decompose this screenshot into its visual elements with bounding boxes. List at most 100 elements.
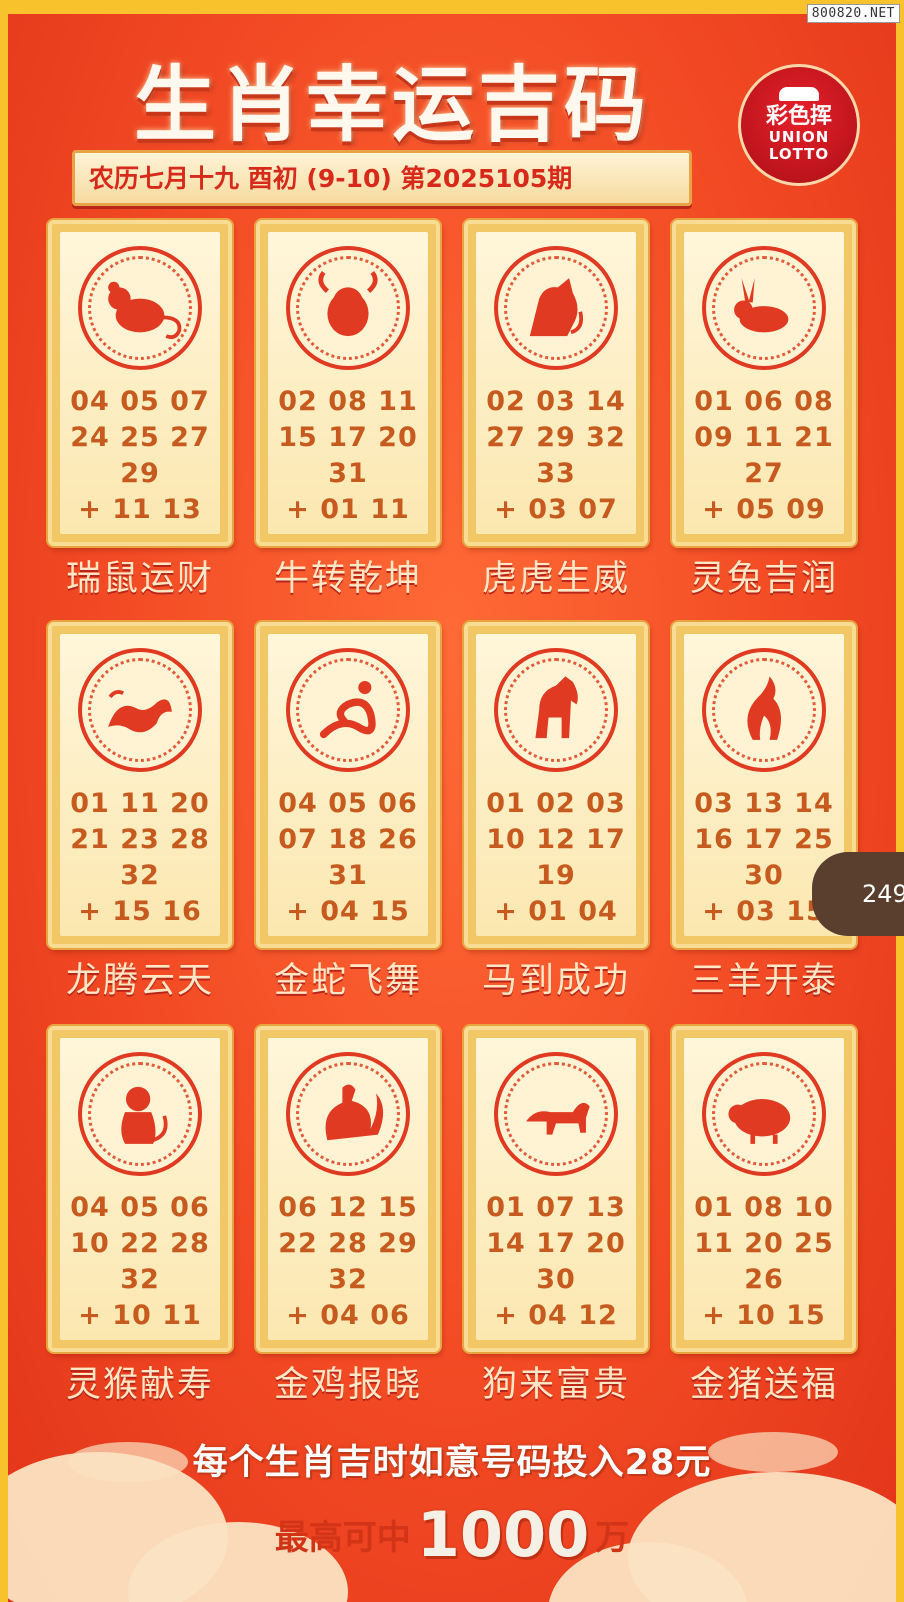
- number-row: 01 08 10: [694, 1192, 834, 1223]
- zodiac-card-inner: 04 05 07 24 25 27 29 + 11 13: [60, 232, 220, 534]
- footer-prize-amount: 1000: [416, 1498, 590, 1571]
- number-row: 03 13 14: [694, 788, 834, 819]
- floating-side-button[interactable]: 249: [812, 852, 904, 936]
- bonus-numbers: + 01 04: [494, 896, 618, 927]
- pig-icon: [702, 1052, 826, 1176]
- number-row: 24 25 27: [70, 422, 210, 453]
- zodiac-motto: 三羊开泰: [689, 961, 838, 1001]
- rooster-icon: [286, 1052, 410, 1176]
- zodiac-numbers: 01 11 20 21 23 28 32 + 15 16: [60, 786, 220, 930]
- number-row: 31: [328, 860, 368, 891]
- footer-prize-prefix: 最高可中: [274, 1518, 411, 1558]
- bonus-numbers: + 04 06: [286, 1300, 410, 1331]
- number-row: 31: [328, 458, 368, 489]
- zodiac-motto: 狗来富贵: [481, 1365, 630, 1405]
- number-row: 32: [120, 860, 160, 891]
- number-row: 04 05 06: [278, 788, 418, 819]
- snake-icon: [286, 648, 410, 772]
- number-row: 27: [744, 458, 784, 489]
- bonus-numbers: + 15 16: [78, 896, 202, 927]
- rabbit-icon: [702, 246, 826, 370]
- goat-icon: [702, 648, 826, 772]
- number-row: 04 05 06: [70, 1192, 210, 1223]
- zodiac-numbers: 02 08 11 15 17 20 31 + 01 11: [268, 384, 428, 528]
- zodiac-card-inner: 01 08 10 11 20 25 26 + 10 15: [684, 1038, 844, 1340]
- zodiac-motto: 牛转乾坤: [273, 559, 422, 599]
- number-row: 02 08 11: [278, 386, 418, 417]
- tiger-icon: [494, 246, 618, 370]
- zodiac-motto: 金猪送福: [689, 1365, 838, 1405]
- lucky-zodiac-poster: 生肖幸运吉码 彩色挥 UNION LOTTO 农历七月十九 酉初 (9-10) …: [8, 14, 896, 1602]
- zodiac-motto: 金鸡报晓: [273, 1365, 422, 1405]
- number-row: 32: [328, 1264, 368, 1295]
- zodiac-numbers: 01 06 08 09 11 21 27 + 05 09: [684, 384, 844, 528]
- number-row: 14 17 20: [486, 1228, 626, 1259]
- zodiac-motto: 瑞鼠运财: [65, 559, 214, 599]
- zodiac-numbers: 04 05 06 10 22 28 32 + 10 11: [60, 1190, 220, 1334]
- zodiac-card-inner: 02 08 11 15 17 20 31 + 01 11: [268, 232, 428, 534]
- number-row: 26: [744, 1264, 784, 1295]
- number-row: 01 11 20: [70, 788, 210, 819]
- bonus-numbers: + 10 15: [702, 1300, 826, 1331]
- bonus-numbers: + 01 11: [286, 494, 410, 525]
- number-row: 06 12 15: [278, 1192, 418, 1223]
- zodiac-card: 02 08 11 15 17 20 31 + 01 11: [256, 220, 440, 546]
- number-row: 16 17 25: [694, 824, 834, 855]
- bonus-numbers: + 03 07: [494, 494, 618, 525]
- zodiac-card: 02 03 14 27 29 32 33 + 03 07: [464, 220, 648, 546]
- number-row: 07 18 26: [278, 824, 418, 855]
- bonus-numbers: + 04 12: [494, 1300, 618, 1331]
- number-row: 11 20 25: [694, 1228, 834, 1259]
- zodiac-card: 01 11 20 21 23 28 32 + 15 16: [48, 622, 232, 948]
- number-row: 29: [120, 458, 160, 489]
- footer-line-1: 每个生肖吉时如意号码投入28元: [192, 1443, 712, 1483]
- ox-icon: [286, 246, 410, 370]
- number-row: 04 05 07: [70, 386, 210, 417]
- zodiac-card: 04 05 06 10 22 28 32 + 10 11: [48, 1026, 232, 1352]
- zodiac-grid: 04 05 07 24 25 27 29 + 11 13 瑞鼠运财 02 08 11 15 …: [8, 14, 896, 1602]
- number-row: 33: [536, 458, 576, 489]
- zodiac-motto: 灵猴献寿: [65, 1365, 214, 1405]
- number-row: 19: [536, 860, 576, 891]
- number-row: 10 12 17: [486, 824, 626, 855]
- number-row: 27 29 32: [486, 422, 626, 453]
- zodiac-numbers: 04 05 07 24 25 27 29 + 11 13: [60, 384, 220, 528]
- zodiac-numbers: 01 08 10 11 20 25 26 + 10 15: [684, 1190, 844, 1334]
- zodiac-card-inner: 01 07 13 14 17 20 30 + 04 12: [476, 1038, 636, 1340]
- zodiac-card-inner: 02 03 14 27 29 32 33 + 03 07: [476, 232, 636, 534]
- zodiac-motto: 虎虎生威: [481, 559, 630, 599]
- number-row: 09 11 21: [694, 422, 834, 453]
- zodiac-card-inner: 04 05 06 10 22 28 32 + 10 11: [60, 1038, 220, 1340]
- zodiac-card: 01 08 10 11 20 25 26 + 10 15: [672, 1026, 856, 1352]
- zodiac-motto: 金蛇飞舞: [273, 961, 422, 1001]
- zodiac-card: 01 07 13 14 17 20 30 + 04 12: [464, 1026, 648, 1352]
- number-row: 10 22 28: [70, 1228, 210, 1259]
- bonus-numbers: + 05 09: [702, 494, 826, 525]
- horse-icon: [494, 648, 618, 772]
- zodiac-card-inner: 01 11 20 21 23 28 32 + 15 16: [60, 634, 220, 936]
- zodiac-motto: 灵兔吉润: [689, 559, 838, 599]
- number-row: 01 02 03: [486, 788, 626, 819]
- zodiac-numbers: 06 12 15 22 28 29 32 + 04 06: [268, 1190, 428, 1334]
- dog-icon: [494, 1052, 618, 1176]
- zodiac-card: 04 05 07 24 25 27 29 + 11 13: [48, 220, 232, 546]
- zodiac-card-inner: 04 05 06 07 18 26 31 + 04 15: [268, 634, 428, 936]
- monkey-icon: [78, 1052, 202, 1176]
- zodiac-card-inner: 06 12 15 22 28 29 32 + 04 06: [268, 1038, 428, 1340]
- zodiac-numbers: 04 05 06 07 18 26 31 + 04 15: [268, 786, 428, 930]
- zodiac-card-inner: 01 02 03 10 12 17 19 + 01 04: [476, 634, 636, 936]
- zodiac-card-inner: 01 06 08 09 11 21 27 + 05 09: [684, 232, 844, 534]
- bonus-numbers: + 11 13: [78, 494, 202, 525]
- bonus-numbers: + 10 11: [78, 1300, 202, 1331]
- footer-line-2: 最高可中1000 万: [8, 1498, 896, 1571]
- number-row: 21 23 28: [70, 824, 210, 855]
- bonus-numbers: + 04 15: [286, 896, 410, 927]
- zodiac-numbers: 01 07 13 14 17 20 30 + 04 12: [476, 1190, 636, 1334]
- number-row: 30: [536, 1264, 576, 1295]
- zodiac-motto: 马到成功: [481, 961, 630, 1001]
- rat-icon: [78, 246, 202, 370]
- dragon-icon: [78, 648, 202, 772]
- footer-prize-unit: 万: [595, 1518, 630, 1558]
- zodiac-card: 04 05 06 07 18 26 31 + 04 15: [256, 622, 440, 948]
- zodiac-card: 01 06 08 09 11 21 27 + 05 09: [672, 220, 856, 546]
